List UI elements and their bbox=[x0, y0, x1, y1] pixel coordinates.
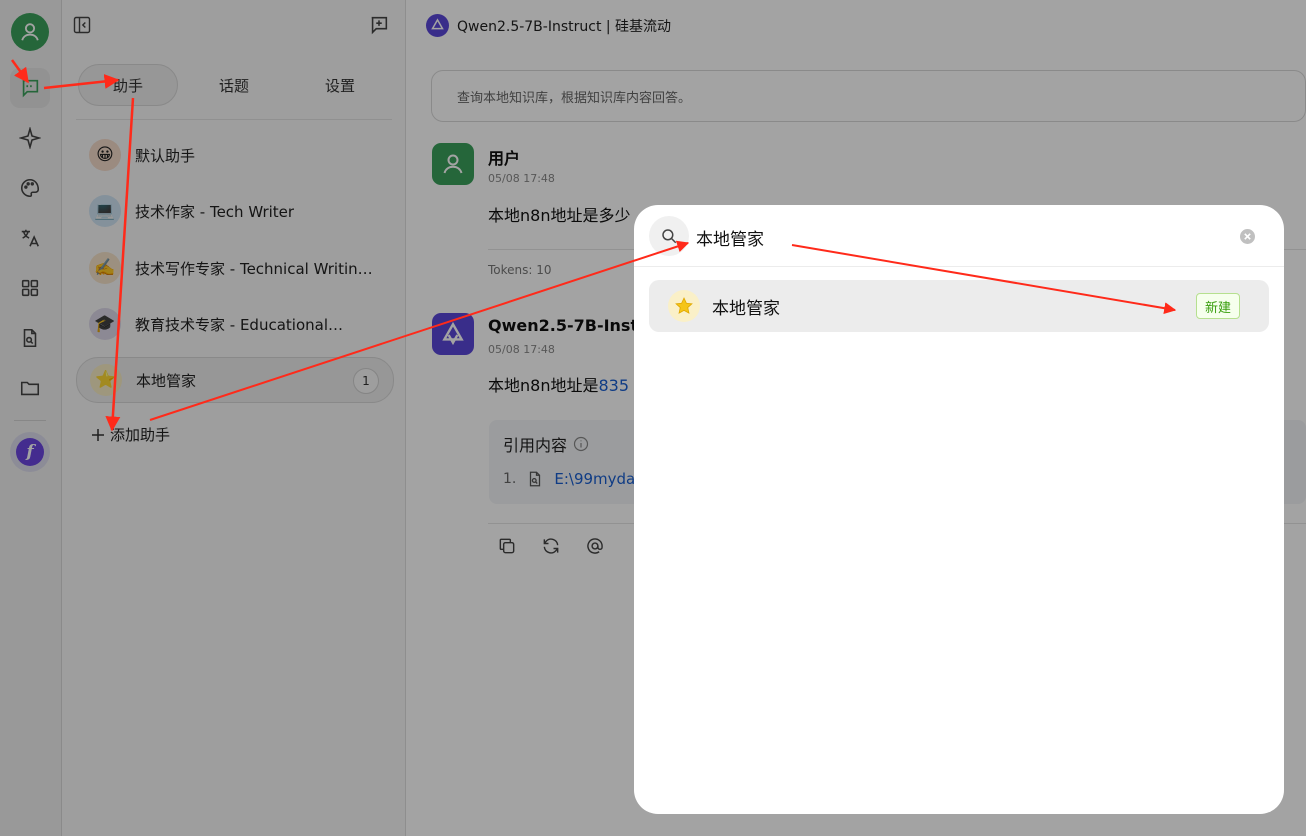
search-result-item[interactable]: 本地管家 新建 bbox=[649, 280, 1269, 332]
modal-search-bar: 本地管家 bbox=[634, 205, 1284, 267]
search-icon bbox=[662, 229, 677, 244]
assistant-search-modal: 本地管家 本地管家 新建 bbox=[634, 205, 1284, 814]
search-result-name: 本地管家 bbox=[712, 298, 780, 319]
search-button[interactable] bbox=[649, 216, 689, 256]
clear-search-button[interactable] bbox=[1240, 229, 1255, 244]
star-icon bbox=[668, 290, 700, 322]
close-icon bbox=[1244, 233, 1251, 240]
search-input[interactable]: 本地管家 bbox=[696, 225, 764, 250]
new-tag-button[interactable]: 新建 bbox=[1195, 293, 1240, 319]
